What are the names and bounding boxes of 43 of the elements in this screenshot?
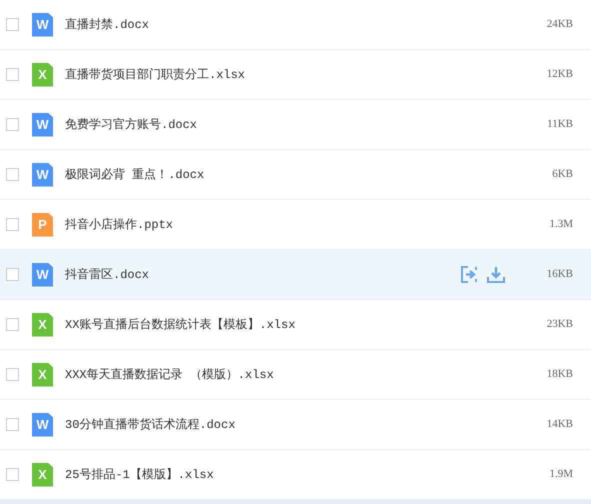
checkbox[interactable] (6, 318, 19, 331)
file-size: 1.3M (549, 217, 573, 232)
file-name[interactable]: 免费学习官方账号.docx (65, 116, 548, 134)
spreadsheet-icon: X (32, 62, 53, 86)
file-name[interactable]: 30分钟直播带货话术流程.docx (65, 416, 547, 434)
share-icon[interactable] (460, 266, 478, 283)
file-name[interactable]: XXX每天直播数据记录 （模版）.xlsx (65, 366, 547, 384)
checkbox[interactable] (6, 118, 19, 131)
document-icon: W (32, 12, 53, 36)
file-name[interactable]: 抖音小店操作.pptx (65, 216, 550, 234)
file-row[interactable]: W 抖音雷区.docx 16KB (0, 250, 591, 300)
file-name[interactable]: 极限词必背 重点！.docx (65, 166, 552, 184)
file-size: 18KB (546, 367, 573, 382)
checkbox[interactable] (6, 68, 19, 81)
file-size: 24KB (546, 17, 573, 32)
spreadsheet-icon: X (32, 362, 53, 386)
file-size: 23KB (546, 317, 573, 332)
file-name[interactable]: 25号排品-1【模版】.xlsx (65, 466, 550, 484)
file-name[interactable]: 直播封禁.docx (65, 16, 547, 34)
file-size: 14KB (546, 417, 573, 432)
file-size: 6KB (552, 167, 573, 182)
document-icon: W (32, 262, 53, 286)
checkbox[interactable] (6, 168, 19, 181)
checkbox[interactable] (6, 418, 19, 431)
document-icon: W (32, 112, 53, 136)
checkbox[interactable] (6, 468, 19, 481)
checkbox[interactable] (6, 368, 19, 381)
spreadsheet-icon: X (32, 462, 53, 486)
checkbox[interactable] (6, 18, 19, 31)
checkbox[interactable] (6, 268, 19, 281)
document-icon: W (32, 412, 53, 436)
file-size: 1.9M (549, 467, 573, 482)
presentation-icon: P (32, 212, 53, 236)
file-name[interactable]: XX账号直播后台数据统计表【模板】.xlsx (65, 316, 547, 334)
file-size: 12KB (546, 67, 573, 82)
document-icon: W (32, 162, 53, 186)
download-icon[interactable] (486, 266, 505, 283)
file-name[interactable]: 直播带货项目部门职责分工.xlsx (65, 66, 547, 84)
checkbox[interactable] (6, 218, 19, 231)
file-size: 11KB (547, 117, 573, 132)
spreadsheet-icon: X (32, 312, 53, 336)
file-name[interactable]: 抖音雷区.docx (65, 266, 461, 284)
file-size: 16KB (546, 267, 573, 282)
